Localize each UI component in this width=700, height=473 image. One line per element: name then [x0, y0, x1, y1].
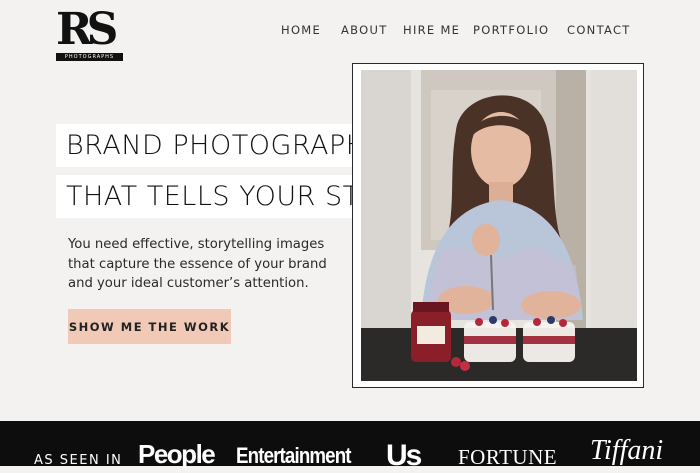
press-logo-fortune: FORTUNE — [458, 445, 558, 469]
nav-portfolio[interactable]: PORTFOLIO — [473, 23, 549, 37]
hero-photo — [361, 70, 637, 381]
description-line: You need effective, storytelling images — [68, 237, 325, 252]
hero-headline-line-1: BRAND PHOTOGRAPHY — [56, 124, 396, 167]
show-work-button[interactable]: SHOW ME THE WORK — [68, 309, 231, 344]
hero-photo-frame — [352, 63, 644, 388]
press-logo-entertainment: Entertainment — [236, 443, 352, 468]
press-logo-us: Us — [386, 439, 422, 472]
nav-hire-me[interactable]: HIRE ME — [403, 23, 460, 37]
nav-home[interactable]: HOME — [281, 23, 321, 37]
nav-contact[interactable]: CONTACT — [567, 23, 631, 37]
nav-about[interactable]: ABOUT — [341, 23, 388, 37]
press-logo-tiffani: Tiffani — [590, 435, 664, 466]
hero-description: You need effective, storytelling images … — [68, 235, 348, 294]
description-line: that capture the essence of your brand — [68, 256, 327, 272]
logo-mark: RS — [56, 4, 118, 55]
description-line: and your ideal customer’s attention. — [68, 276, 309, 291]
press-logo-people: People — [138, 439, 216, 469]
press-band: AS SEEN IN People Entertainment Us FORTU… — [0, 421, 700, 472]
site-logo[interactable]: RS PHOTOGRAPHS — [56, 4, 124, 61]
logo-subtitle: PHOTOGRAPHS — [56, 53, 123, 61]
hero-photo-illustration — [361, 70, 637, 381]
